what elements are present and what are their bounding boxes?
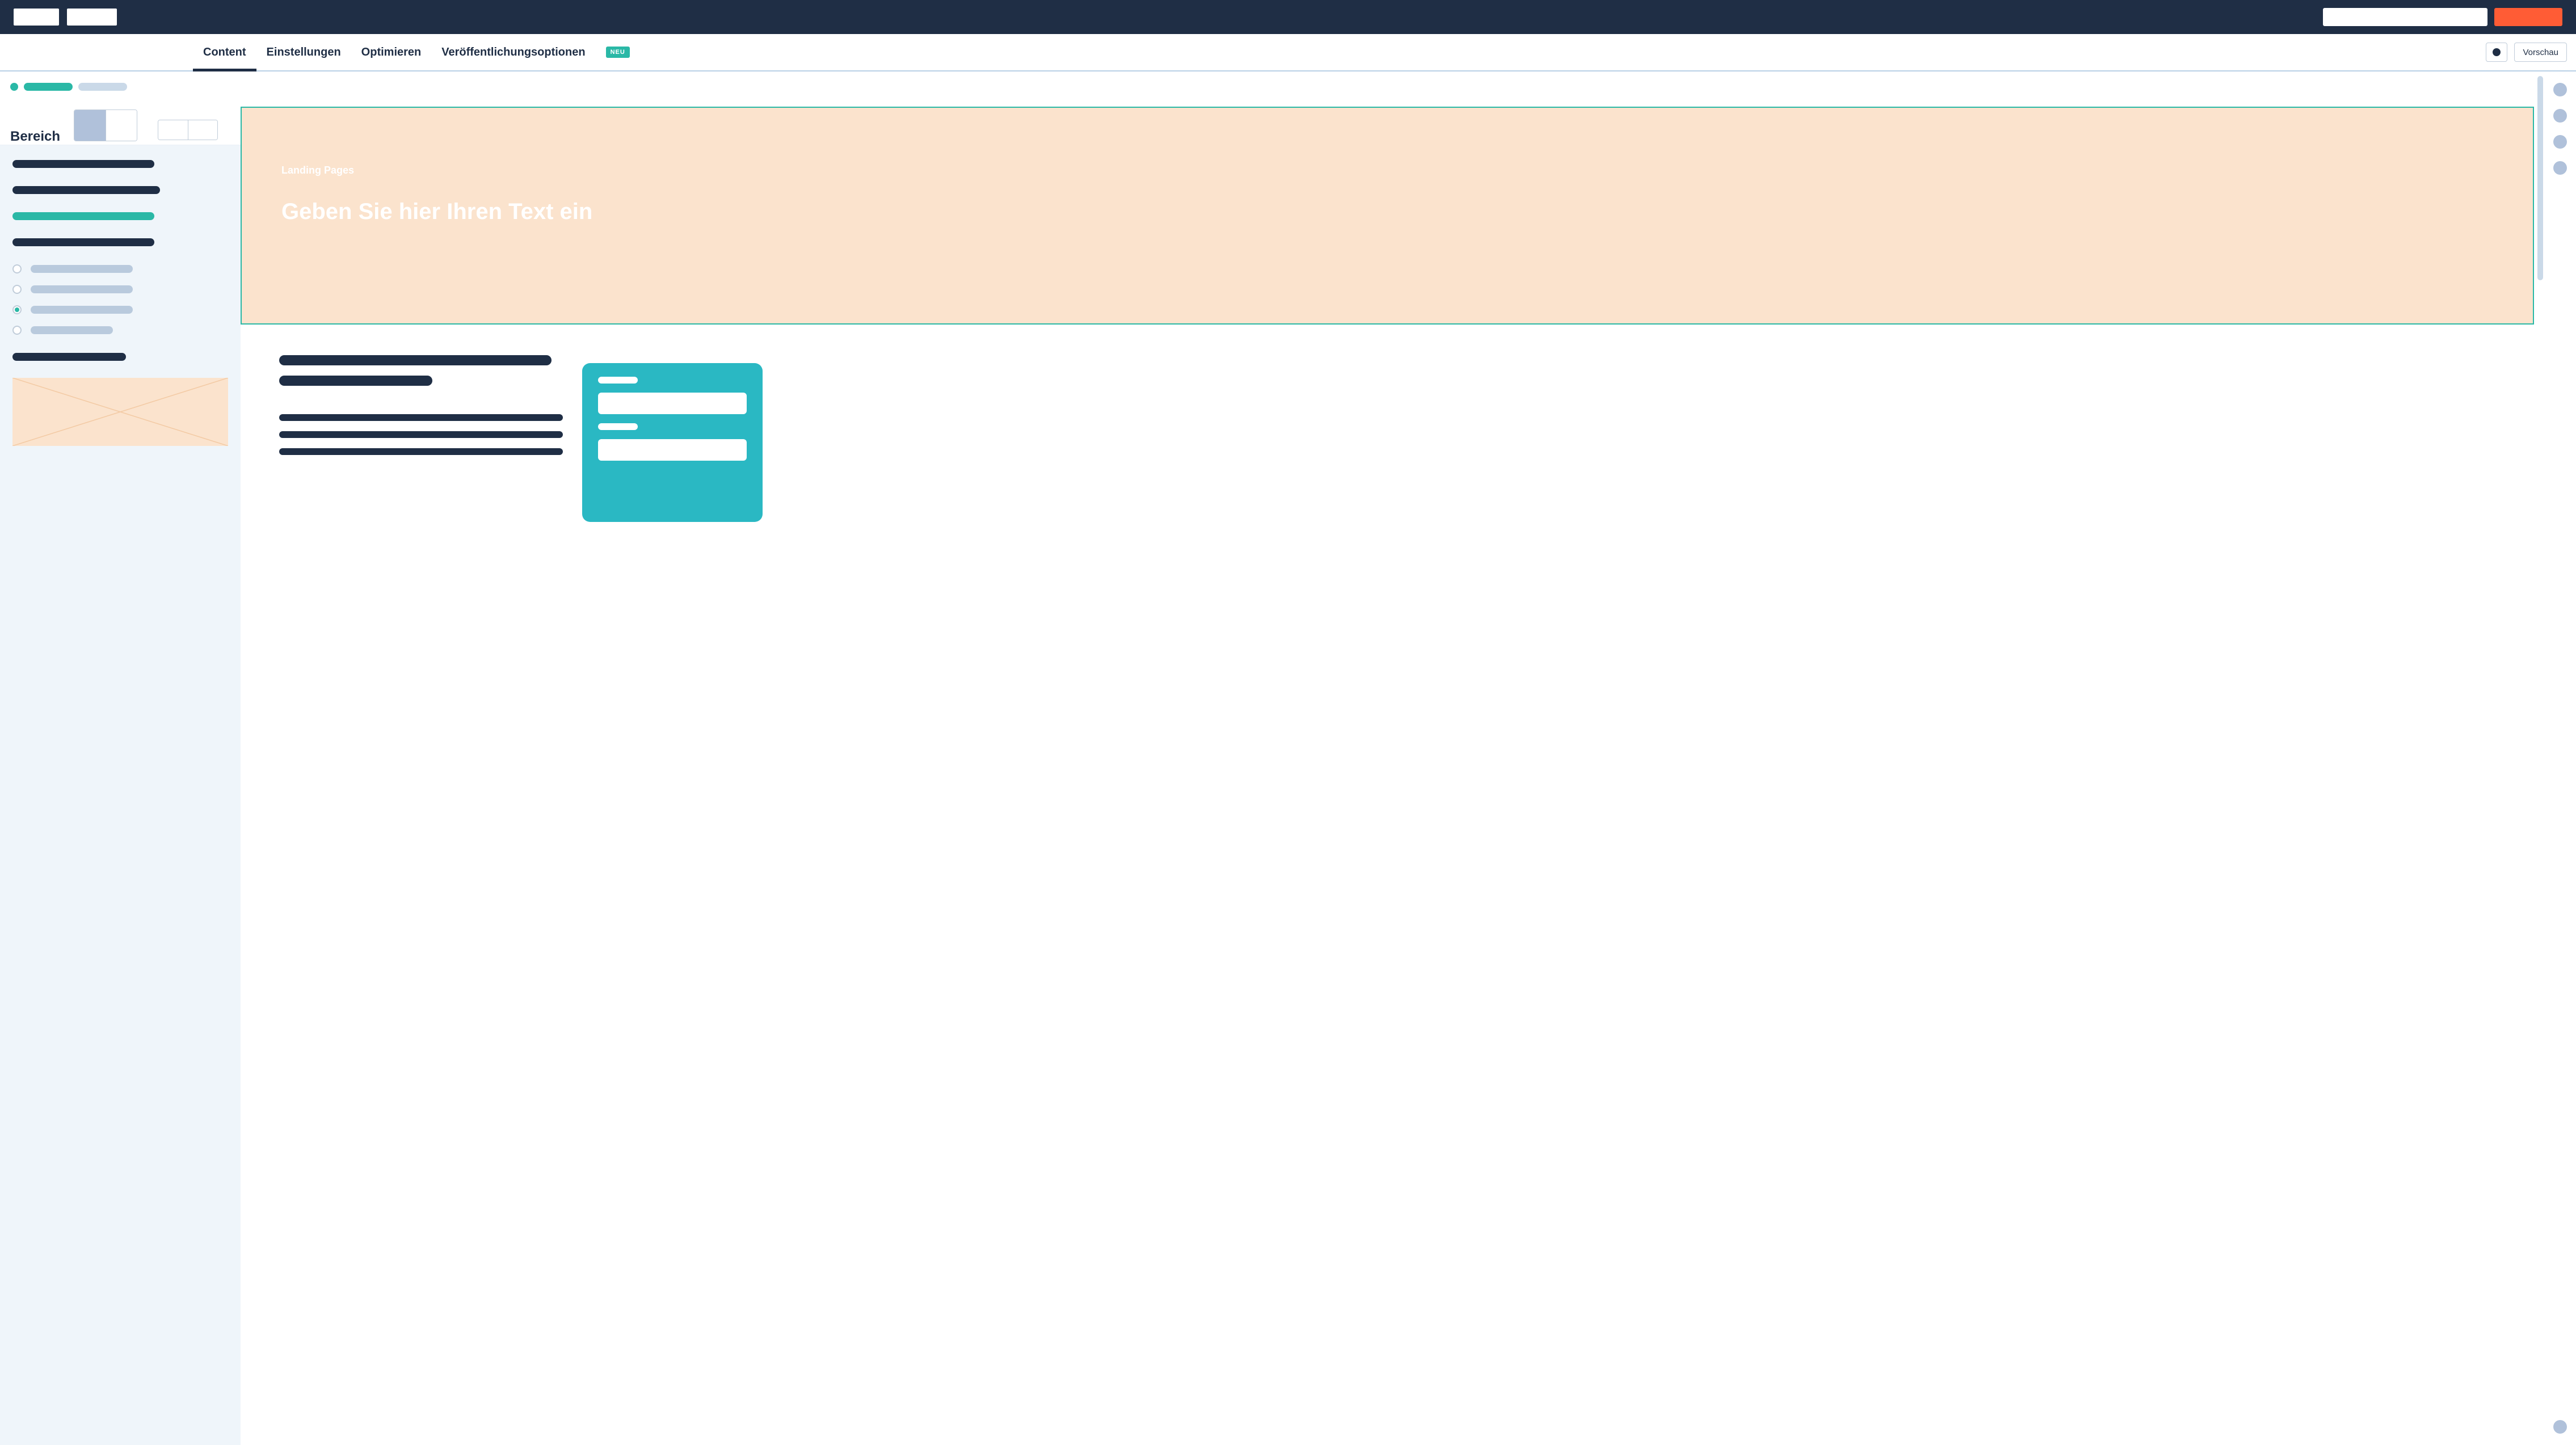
radio-icon: [12, 264, 22, 273]
image-placeholder[interactable]: [12, 378, 228, 446]
view-toggle-sec-a[interactable]: [158, 120, 188, 140]
nav-logo-placeholder: [14, 9, 59, 26]
sidebar-heading-1: [12, 160, 154, 168]
sidebar-heading-2: [12, 186, 160, 194]
rail-tool-4[interactable]: [2553, 161, 2567, 175]
image-placeholder-x-icon: [12, 378, 228, 446]
radio-label-3: [31, 306, 133, 314]
new-badge: NEU: [606, 47, 630, 58]
radio-option-2[interactable]: [12, 285, 228, 294]
radio-option-4[interactable]: [12, 326, 228, 335]
hero-headline-text[interactable]: Geben Sie hier Ihren Text ein: [281, 199, 2493, 225]
view-toggle-primary[interactable]: [74, 109, 137, 141]
radio-icon: [12, 326, 22, 335]
sidebar-body: [0, 145, 241, 461]
page-canvas[interactable]: Landing Pages Geben Sie hier Ihren Text …: [241, 71, 2544, 1445]
form-field-input-2[interactable]: [598, 439, 747, 461]
sidebar-heading-4: [12, 353, 126, 361]
form-field-input-1[interactable]: [598, 393, 747, 414]
body-text-module[interactable]: [279, 355, 563, 455]
radio-label-1: [31, 265, 133, 273]
editor-sidebar: Bereich: [0, 71, 241, 1445]
form-card-module[interactable]: [582, 363, 763, 522]
rail-tool-2[interactable]: [2553, 109, 2567, 123]
primary-cta-button[interactable]: [2494, 8, 2562, 26]
radio-label-2: [31, 285, 133, 293]
sidebar-link-active[interactable]: [12, 212, 154, 220]
sidebar-section-title: Bereich: [10, 129, 60, 145]
radio-icon: [12, 285, 22, 294]
radio-label-4: [31, 326, 113, 334]
body-paragraph-line-2: [279, 431, 563, 438]
view-toggle-sec-b[interactable]: [188, 120, 218, 140]
breadcrumb-next[interactable]: [78, 83, 127, 91]
breadcrumb-dot-icon: [10, 83, 18, 91]
sidebar-heading-3: [12, 238, 154, 246]
top-nav-bar: [0, 0, 2576, 34]
body-paragraph-line-1: [279, 414, 563, 421]
editor-tab-bar: Content Einstellungen Optimieren Veröffe…: [0, 34, 2576, 71]
sidebar-header: Bereich: [0, 71, 241, 145]
search-input[interactable]: [2323, 8, 2487, 26]
status-indicator-button[interactable]: [2486, 43, 2507, 62]
right-tool-rail: [2544, 71, 2576, 1445]
body-paragraph-line-3: [279, 448, 563, 455]
radio-option-1[interactable]: [12, 264, 228, 273]
tab-publish-options[interactable]: Veröffentlichungsoptionen: [431, 34, 595, 70]
preview-button[interactable]: Vorschau: [2514, 43, 2567, 62]
view-toggle-option-a[interactable]: [74, 110, 106, 141]
rail-tool-help[interactable]: [2553, 1420, 2567, 1434]
tab-settings[interactable]: Einstellungen: [256, 34, 351, 70]
breadcrumb-current[interactable]: [24, 83, 73, 91]
radio-icon-selected: [12, 305, 22, 314]
rail-tool-3[interactable]: [2553, 135, 2567, 149]
form-field-label-2: [598, 423, 638, 430]
nav-menu-placeholder[interactable]: [67, 9, 117, 26]
tab-content[interactable]: Content: [193, 34, 256, 70]
body-subheading-line: [279, 376, 432, 386]
form-field-label-1: [598, 377, 638, 384]
status-dot-icon: [2493, 48, 2501, 56]
tab-optimize[interactable]: Optimieren: [351, 34, 432, 70]
canvas-scrollbar[interactable]: [2537, 76, 2543, 280]
hero-eyebrow-text[interactable]: Landing Pages: [281, 165, 2493, 176]
view-toggle-option-b[interactable]: [106, 110, 137, 141]
hero-module-selected[interactable]: Landing Pages Geben Sie hier Ihren Text …: [241, 107, 2534, 325]
radio-option-3[interactable]: [12, 305, 228, 314]
view-toggle-secondary[interactable]: [158, 120, 218, 140]
rail-tool-1[interactable]: [2553, 83, 2567, 96]
body-heading-line: [279, 355, 552, 365]
